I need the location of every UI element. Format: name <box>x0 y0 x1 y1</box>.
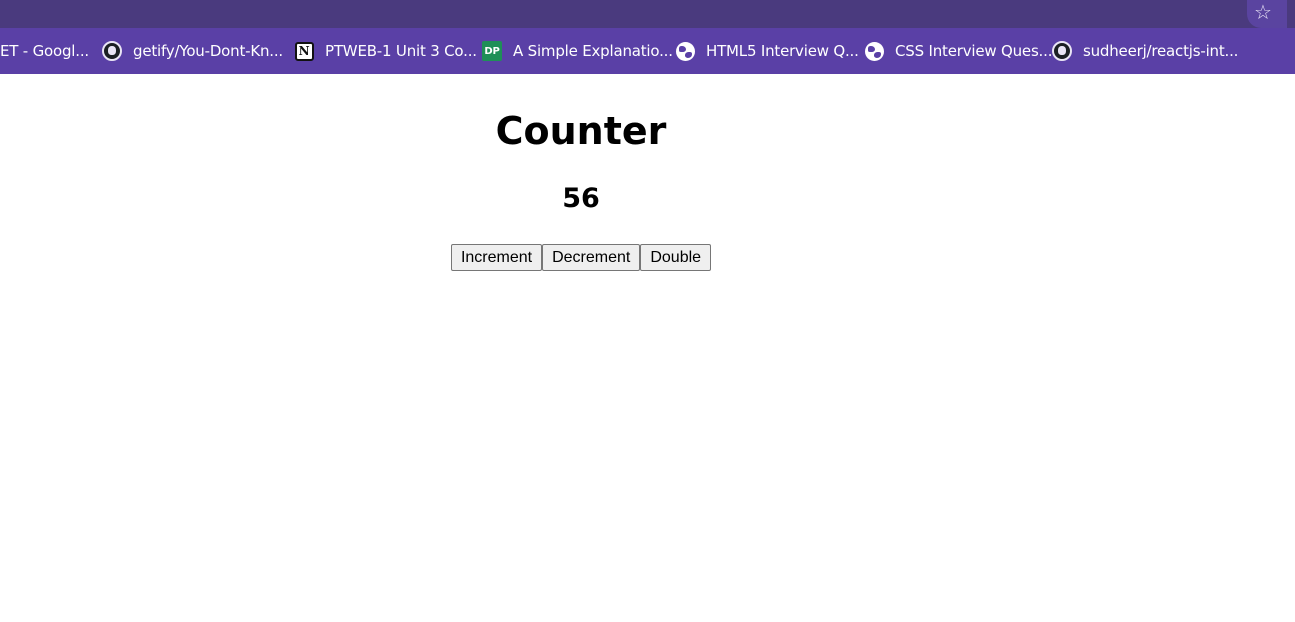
bookmarks-bar: ET - Googl... getify/You-Dont-Kn... N PT… <box>0 28 1295 74</box>
bookmark-getify[interactable]: getify/You-Dont-Kn... <box>102 40 283 62</box>
bookmark-css-interview[interactable]: CSS Interview Ques... <box>864 40 1052 62</box>
counter-value: 56 <box>562 183 600 214</box>
bookmark-label: HTML5 Interview Q... <box>706 42 859 60</box>
star-icon[interactable]: ☆ <box>1252 1 1274 23</box>
bookmark-ptweb[interactable]: N PTWEB-1 Unit 3 Co... <box>294 40 477 62</box>
bookmark-sudheerj[interactable]: sudheerj/reactjs-int... <box>1052 40 1238 62</box>
double-button[interactable]: Double <box>640 244 712 271</box>
bookmark-label: CSS Interview Ques... <box>895 42 1053 60</box>
bookmark-label: A Simple Explanatio... <box>513 42 673 60</box>
increment-button[interactable]: Increment <box>450 244 543 271</box>
button-group: Increment Decrement Double <box>0 244 1162 271</box>
bookmark-label: PTWEB-1 Unit 3 Co... <box>325 42 477 60</box>
counter-app: Counter 56 Increment Decrement Double <box>0 74 1162 271</box>
github-icon <box>1052 41 1072 61</box>
bookmark-label: ET - Googl... <box>0 42 89 60</box>
bookmark-html5-interview[interactable]: HTML5 Interview Q... <box>675 40 859 62</box>
notion-icon: N <box>294 41 314 61</box>
bookmark-simple-explanation[interactable]: DP A Simple Explanatio... <box>482 40 673 62</box>
bookmark-label: getify/You-Dont-Kn... <box>133 42 283 60</box>
decrement-button[interactable]: Decrement <box>542 244 641 271</box>
bookmark-label: sudheerj/reactjs-int... <box>1083 42 1239 60</box>
bookmark-google[interactable]: ET - Googl... <box>0 40 89 62</box>
dp-icon: DP <box>482 41 502 61</box>
github-icon <box>102 41 122 61</box>
globe-icon <box>675 41 695 61</box>
globe-icon <box>864 41 884 61</box>
page-title: Counter <box>495 109 667 153</box>
browser-top-bar: ☆ <box>0 0 1295 28</box>
